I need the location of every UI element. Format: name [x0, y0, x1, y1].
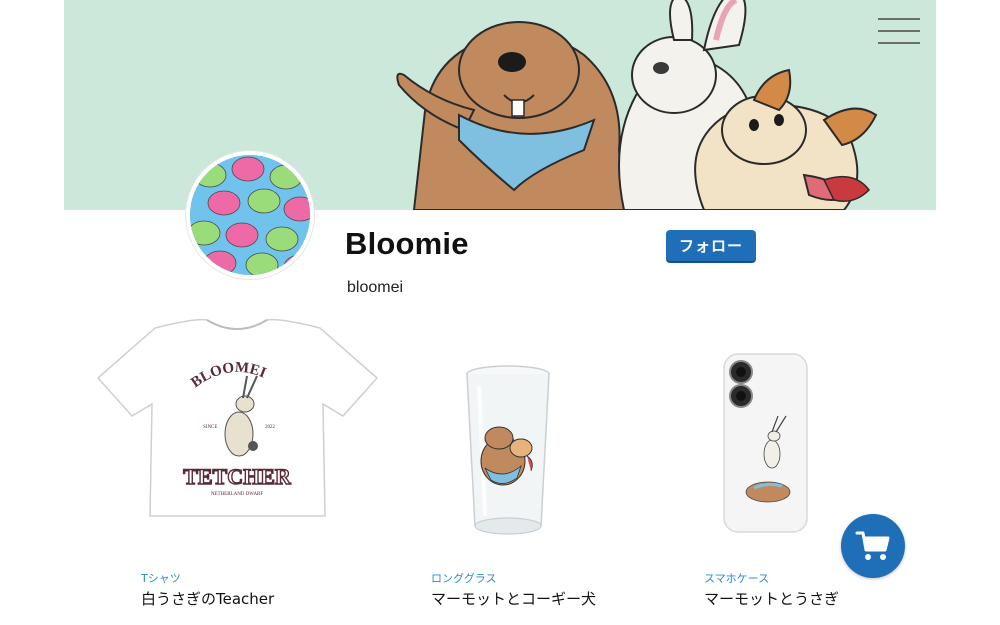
product-title: 白うさぎのTeacher	[141, 590, 275, 608]
tshirt-arc-text: BLOOMEI	[188, 360, 268, 391]
product-card-phone-case[interactable]: スマホケース マーモットとうさぎ	[668, 316, 953, 608]
cart-icon	[855, 531, 890, 560]
tshirt-sub-text: NETHERLAND DWARF	[211, 492, 264, 497]
cart-button[interactable]	[841, 514, 905, 578]
product-category: Tシャツ	[141, 572, 181, 585]
product-title: マーモットとうさぎ	[704, 590, 840, 608]
product-category: ロンググラス	[431, 572, 497, 585]
hamburger-menu-icon[interactable]	[878, 14, 920, 48]
profile-name: Bloomie	[345, 226, 469, 261]
follow-button[interactable]: フォロー	[666, 230, 756, 261]
product-image-phone-case	[668, 316, 953, 561]
rabbit-pattern-avatar-image	[190, 155, 310, 275]
product-card-tshirt[interactable]: BLOOMEI SINCE 2022 TETCHER NETHERLAND DW…	[95, 316, 380, 608]
profile-page: Bloomie bloomei フォロー BLOOMEI SINCE 2022	[0, 0, 1000, 625]
banner-illustration	[396, 0, 878, 210]
tshirt-since-text: SINCE	[203, 425, 217, 430]
product-title: マーモットとコーギー犬	[431, 590, 597, 608]
product-image-glass	[393, 316, 678, 561]
avatar[interactable]	[186, 151, 314, 279]
header-banner	[64, 0, 936, 210]
svg-text:BLOOMEI: BLOOMEI	[188, 360, 268, 391]
product-category: スマホケース	[704, 572, 770, 585]
tshirt-main-text: TETCHER	[183, 464, 292, 489]
product-image-tshirt: BLOOMEI SINCE 2022 TETCHER NETHERLAND DW…	[95, 316, 380, 561]
profile-handle: bloomei	[347, 279, 404, 296]
product-card-glass[interactable]: ロンググラス マーモットとコーギー犬	[393, 316, 678, 608]
tshirt-year-text: 2022	[265, 425, 276, 430]
